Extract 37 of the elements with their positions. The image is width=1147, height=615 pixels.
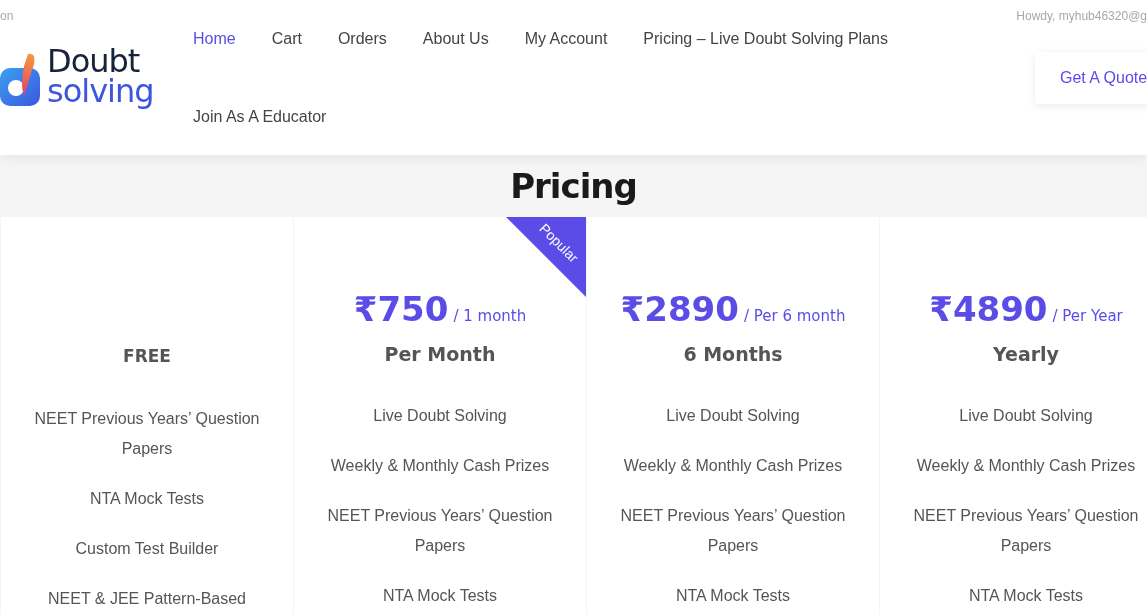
plan-price: ₹4890 [929,289,1048,329]
get-quote-button[interactable]: Get A Quote [1035,52,1147,104]
greeting-text: Howdy, myhub46320@g [1016,9,1147,23]
plan-feature: NTA Mock Tests [674,586,792,606]
plan-feature: NTA Mock Tests [967,586,1085,606]
plan-feature: NEET Previous Years’ Question Papers [619,506,847,556]
plan-name: 6 Months [683,343,783,365]
nav-link[interactable]: Home [193,29,236,49]
page-title: Pricing [510,166,637,206]
plan-feature: NTA Mock Tests [381,586,499,606]
plan-feature: NEET & JEE Pattern-Based [47,589,247,609]
nav-link[interactable]: Pricing – Live Doubt Solving Plans [643,29,888,49]
plan-feature: Live Doubt Solving [665,406,801,426]
plan-period: / Per Year [1052,307,1123,325]
top-bar-text: on [0,9,14,23]
nav-link[interactable]: Join As A Educator [193,107,327,127]
plan-price: ₹750 [353,289,449,329]
nav-link[interactable]: My Account [524,29,608,49]
nav-link[interactable]: Orders [337,29,387,49]
plan-feature: NTA Mock Tests [88,489,206,509]
plan-feature: Weekly & Monthly Cash Prizes [915,456,1137,476]
plan-name: Per Month [384,343,496,365]
plan-price: ₹2890 [620,289,739,329]
plan-period: / 1 month [453,307,527,325]
plan-feature: NEET Previous Years’ Question Papers [326,506,554,556]
plan-name: FREE [123,346,171,366]
nav-link[interactable]: Cart [271,29,302,49]
plan-feature: NEET Previous Years’ Question Papers [33,409,261,459]
plan-name: Yearly [993,343,1059,365]
plan-feature: Live Doubt Solving [372,406,508,426]
plan-feature: Weekly & Monthly Cash Prizes [329,456,551,476]
plan-feature: NEET Previous Years’ Question Papers [912,506,1140,556]
plan-period: / Per 6 month [743,307,846,325]
plan-feature: Weekly & Monthly Cash Prizes [622,456,844,476]
plan-feature: Live Doubt Solving [958,406,1094,426]
plan-feature: Custom Test Builder [74,539,220,559]
nav-link[interactable]: About Us [422,29,489,49]
